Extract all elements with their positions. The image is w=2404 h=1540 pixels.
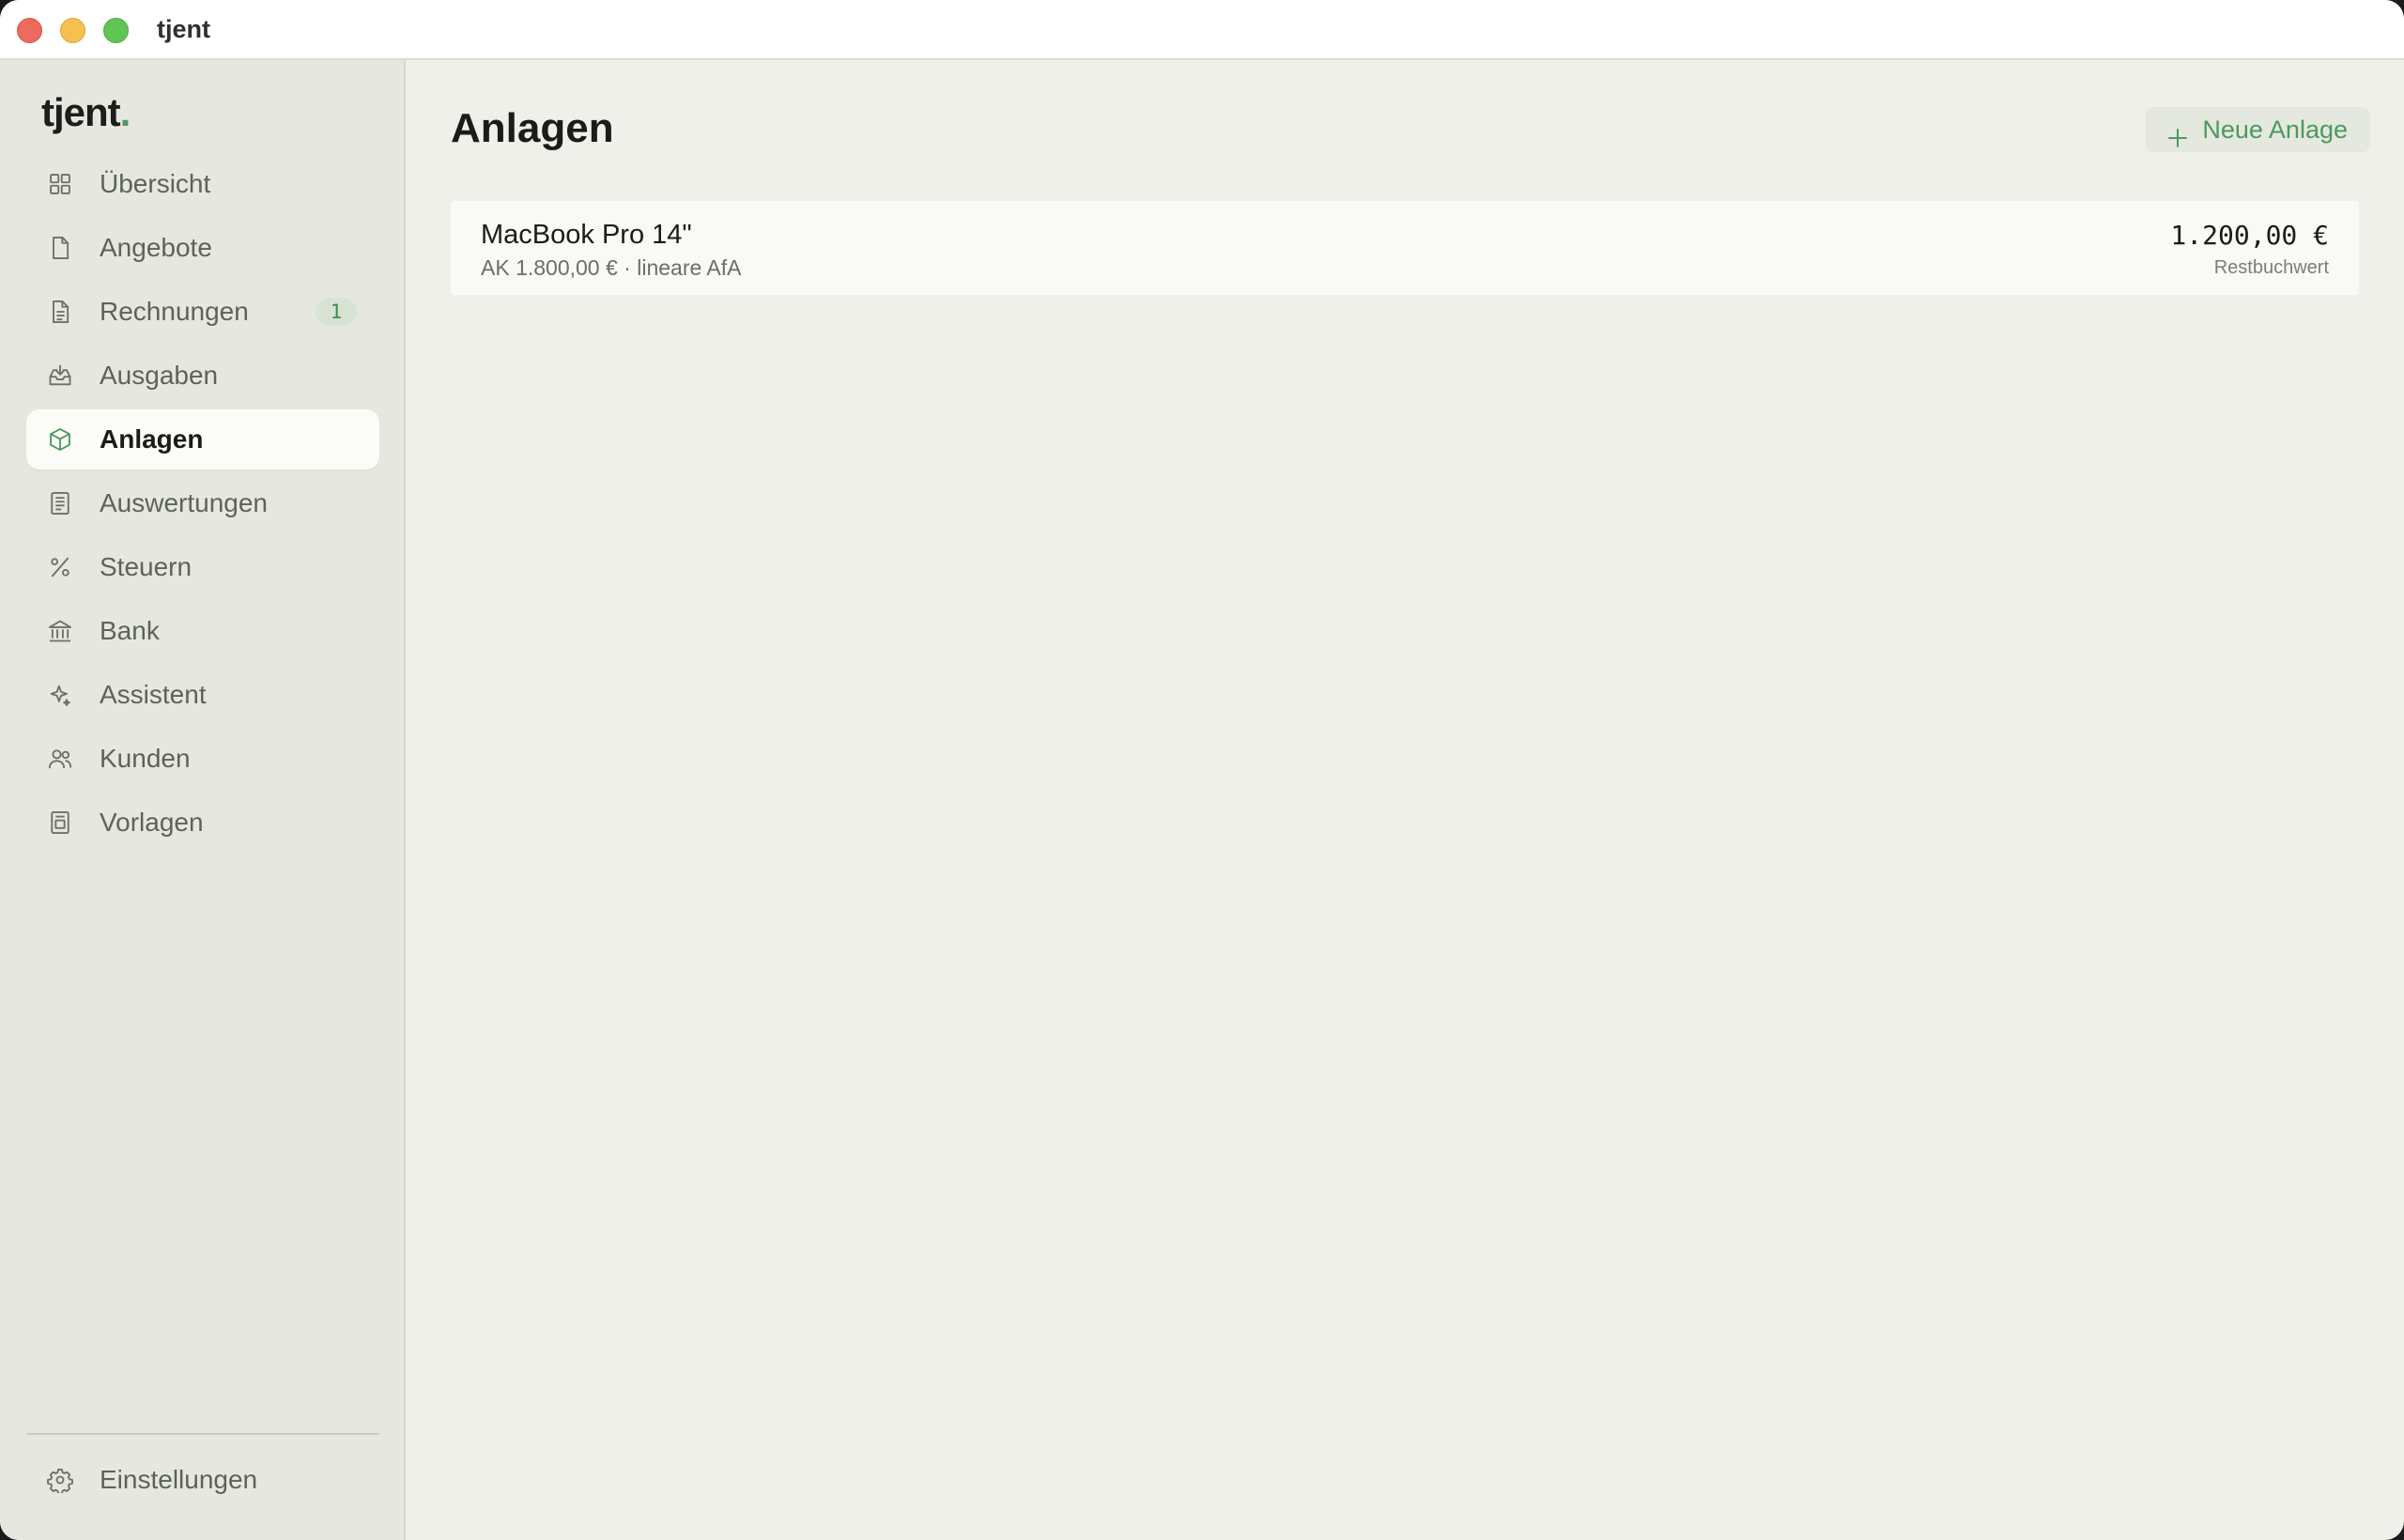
sidebar-item-vorlagen[interactable]: Vorlagen <box>26 793 379 853</box>
sidebar-item-label: Übersicht <box>100 169 211 198</box>
sidebar-item-auswertungen[interactable]: Auswertungen <box>26 473 379 533</box>
asset-book-value: 1.200,00 € <box>2170 220 2329 251</box>
sidebar-item-ausgaben[interactable]: Ausgaben <box>26 346 379 406</box>
sidebar-item-steuern[interactable]: Steuern <box>26 537 379 597</box>
sidebar-item-einstellungen[interactable]: Einstellungen <box>26 1450 379 1510</box>
file-text-icon <box>47 299 73 325</box>
asset-list-item[interactable]: MacBook Pro 14" AK 1.800,00 € · lineare … <box>451 201 2359 295</box>
logo-text: tjent <box>41 90 121 134</box>
gear-icon <box>47 1467 73 1493</box>
sidebar-item-label: Auswertungen <box>100 488 269 517</box>
sidebar-item-label: Steuern <box>100 552 193 581</box>
grid-icon <box>47 171 73 197</box>
users-icon <box>47 746 73 772</box>
sidebar-item-label: Einstellungen <box>100 1465 258 1494</box>
window-title: tjent <box>157 15 210 43</box>
sidebar-item-label: Kunden <box>100 744 191 773</box>
sidebar-item-bank[interactable]: Bank <box>26 601 379 661</box>
main-content: Anlagen Neue Anlage MacBook Pro 14" AK 1… <box>406 60 2404 1540</box>
new-asset-button-label: Neue Anlage <box>2202 116 2348 144</box>
sidebar-item-anlagen[interactable]: Anlagen <box>26 409 379 470</box>
logo-dot: . <box>119 90 131 134</box>
report-icon <box>47 490 73 516</box>
sidebar-item-angebote[interactable]: Angebote <box>26 218 379 278</box>
sidebar-item-label: Angebote <box>100 233 212 262</box>
sidebar-item-assistent[interactable]: Assistent <box>26 665 379 725</box>
box-icon <box>47 426 73 453</box>
sparkle-icon <box>47 682 73 708</box>
bank-icon <box>47 618 73 644</box>
sidebar-item-rechnungen[interactable]: Rechnungen 1 <box>26 282 379 342</box>
sidebar-item-label: Bank <box>100 616 160 645</box>
sidebar-item-label: Vorlagen <box>100 808 204 837</box>
app-window: tjent tjent. Übersicht Angebote Rechnung… <box>0 0 2404 1540</box>
minimize-window-button[interactable] <box>60 18 85 43</box>
sidebar-item-label: Anlagen <box>100 424 204 454</box>
unread-count-badge: 1 <box>316 298 357 326</box>
new-asset-button[interactable]: Neue Anlage <box>2146 107 2370 152</box>
asset-book-value-label: Restbuchwert <box>2213 257 2329 278</box>
file-icon <box>47 235 73 261</box>
sidebar-item-label: Assistent <box>100 680 207 709</box>
asset-acquisition-details: AK 1.800,00 € · lineare AfA <box>481 255 742 280</box>
template-icon <box>47 809 73 836</box>
inbox-download-icon <box>47 362 73 389</box>
percent-icon <box>47 554 73 580</box>
app-logo: tjent. <box>41 90 131 135</box>
close-window-button[interactable] <box>17 18 42 43</box>
sidebar: tjent. Übersicht Angebote Rechnungen 1 A… <box>0 60 406 1540</box>
sidebar-item-label: Rechnungen <box>100 297 249 326</box>
sidebar-nav: Übersicht Angebote Rechnungen 1 Ausgaben… <box>26 154 379 856</box>
title-bar: tjent <box>0 0 2404 60</box>
sidebar-divider <box>26 1433 379 1435</box>
plus-icon <box>2166 118 2189 147</box>
sidebar-item-kunden[interactable]: Kunden <box>26 729 379 789</box>
sidebar-item-label: Ausgaben <box>100 361 219 390</box>
asset-name: MacBook Pro 14" <box>481 220 692 250</box>
sidebar-item-uebersicht[interactable]: Übersicht <box>26 154 379 214</box>
maximize-window-button[interactable] <box>103 18 129 43</box>
page-title: Anlagen <box>451 105 614 151</box>
